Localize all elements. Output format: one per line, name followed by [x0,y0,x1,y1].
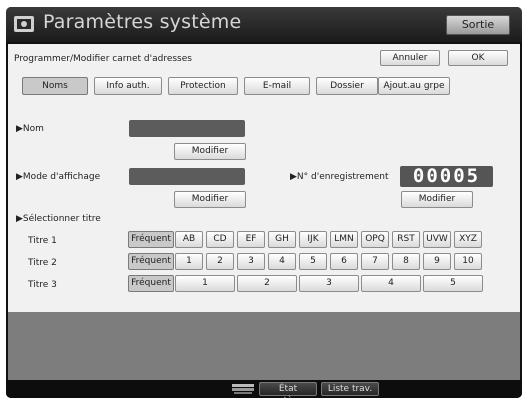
title2-option[interactable]: 4 [268,253,296,270]
title-row-label: Titre 2 [28,258,57,268]
display-modify-button[interactable]: Modifier [174,191,246,208]
name-label: ▶Nom [16,124,44,134]
tab-auth-info[interactable]: Info auth. [94,77,162,95]
title3-option[interactable]: 3 [299,275,359,292]
tab-folder[interactable]: Dossier [316,77,378,95]
title1-option[interactable]: EF [237,231,265,248]
title1-option[interactable]: AB [175,231,203,248]
title1-option[interactable]: UVW [423,231,451,248]
page-title: Paramètres système [43,11,242,33]
title2-option[interactable]: 7 [361,253,389,270]
system-settings-icon [14,16,34,32]
tab-email[interactable]: E-mail [244,77,310,95]
dialog-frame: Paramètres système Sortie Programmer/Mod… [6,7,522,398]
title1-option[interactable]: CD [206,231,234,248]
title1-option[interactable]: IJK [299,231,327,248]
cancel-button[interactable]: Annuler [380,50,440,66]
title3-option[interactable]: 4 [361,275,421,292]
section-title: Programmer/Modifier carnet d'adresses [14,54,192,64]
title3-option[interactable]: 5 [423,275,483,292]
title2-option[interactable]: 3 [237,253,265,270]
tab-add-to-group[interactable]: Ajout.au grpe [378,77,450,95]
title3-option[interactable]: 1 [175,275,235,292]
select-title-label: ▶Sélectionner titre [16,214,101,224]
title-bar: Paramètres système Sortie [6,7,522,42]
title1-option[interactable]: GH [268,231,296,248]
registration-modify-button[interactable]: Modifier [401,191,473,208]
title2-option[interactable]: 6 [330,253,358,270]
job-list-button[interactable]: Liste trav. [321,382,379,396]
registration-number: 00005 [400,166,493,187]
title2-option[interactable]: 2 [206,253,234,270]
title2-option[interactable]: 5 [299,253,327,270]
ok-button[interactable]: OK [448,50,508,66]
main-panel: Programmer/Modifier carnet d'adresses An… [8,44,520,312]
title2-option[interactable]: 9 [423,253,451,270]
name-modify-button[interactable]: Modifier [174,143,246,160]
status-bar: État système Liste trav. [6,380,522,398]
title2-option[interactable]: 8 [392,253,420,270]
title2-frequent-button[interactable]: Fréquent [128,253,174,270]
title1-option[interactable]: RST [392,231,420,248]
title3-option[interactable]: 2 [237,275,297,292]
name-field [129,120,245,137]
tab-protection[interactable]: Protection [168,77,238,95]
title1-option[interactable]: OPQ [361,231,389,248]
registration-label: ▶N° d'enregistrement [290,172,389,182]
title3-frequent-button[interactable]: Fréquent [128,275,174,292]
exit-button[interactable]: Sortie [446,15,510,35]
display-mode-label: ▶Mode d'affichage [16,172,101,182]
title-row-label: Titre 3 [28,280,57,290]
title1-option[interactable]: LMN [330,231,358,248]
display-mode-field [129,168,245,185]
title1-frequent-button[interactable]: Fréquent [128,231,174,248]
system-status-button[interactable]: État système [259,382,317,398]
tab-names[interactable]: Noms [22,77,88,95]
empty-area [8,312,520,380]
title2-option[interactable]: 10 [454,253,482,270]
title1-option[interactable]: XYZ [454,231,482,248]
title-row-label: Titre 1 [28,236,57,246]
machine-status-icon [232,384,254,394]
title2-option[interactable]: 1 [175,253,203,270]
